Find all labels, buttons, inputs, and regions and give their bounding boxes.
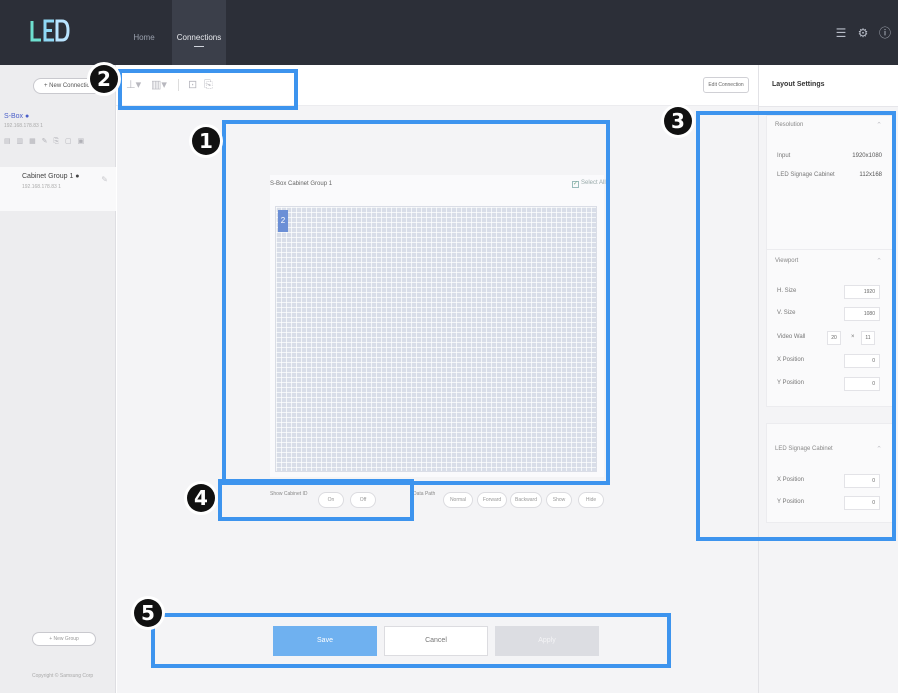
led-logo [30, 19, 70, 42]
callout-number: 4 [187, 484, 215, 512]
layout-settings-title: Layout Settings [772, 81, 825, 88]
sidebar-item-address: 192.168.178.83 1 [22, 184, 61, 190]
callout-box-layout-settings [696, 111, 896, 541]
callout-badge-2: 2 [87, 62, 121, 96]
tab-connections[interactable]: Connections [172, 0, 226, 65]
edit-connection-button[interactable]: Edit Connection [703, 77, 749, 93]
callout-number: 2 [90, 65, 118, 93]
callout-badge-4: 4 [184, 481, 218, 515]
sidebar-item-label: Cabinet Group 1 ● [22, 173, 80, 180]
callout-badge-5: 5 [131, 596, 165, 630]
path-backward-button[interactable]: Backward [510, 492, 542, 508]
tab-connections-label: Connections [176, 33, 222, 42]
new-group-button[interactable]: + New Group [32, 632, 96, 646]
layout-settings-header: Layout Settings [759, 65, 898, 107]
path-forward-button[interactable]: Forward [477, 492, 507, 508]
sidebar-item-label: S-Box ● [4, 113, 30, 120]
tab-home[interactable]: Home [127, 0, 161, 65]
path-show-button[interactable]: Show [546, 492, 572, 508]
path-normal-button[interactable]: Normal [443, 492, 473, 508]
callout-number: 3 [664, 107, 692, 135]
callout-badge-1: 1 [189, 124, 223, 158]
connections-sidebar: + New Connection S-Box ● 192.168.178.83 … [0, 65, 116, 693]
callout-box-actions [151, 613, 671, 668]
list-icon[interactable]: ☰ [834, 26, 848, 40]
path-hide-button[interactable]: Hide [578, 492, 604, 508]
callout-number: 5 [134, 599, 162, 627]
active-tab-indicator [194, 46, 204, 47]
callout-badge-3: 3 [661, 104, 695, 138]
sidebar-item-cabinet-group[interactable]: Cabinet Group 1 ● 192.168.178.83 1 ✎ [0, 167, 116, 211]
data-path-label: Data Path [413, 491, 436, 497]
sidebar-item-address: 192.168.178.83 1 [4, 123, 43, 129]
callout-box-canvas [222, 120, 610, 485]
callout-number: 1 [192, 127, 220, 155]
callout-box-toolbar [118, 69, 298, 110]
copyright-text: Copyright © Samsung Corp [32, 673, 94, 679]
callout-box-cabinet-id [218, 479, 414, 521]
top-bar: Home Connections ☰ ⚙ ⓘ [0, 0, 898, 65]
help-icon[interactable]: ⓘ [878, 26, 892, 40]
gear-icon[interactable]: ⚙ [856, 26, 870, 40]
sidebar-item-sbox[interactable]: S-Box ● 192.168.178.83 1 ▤ ▥ ▦ ✎ ⎘ ▢ ▣ [0, 109, 116, 167]
edit-icon[interactable]: ✎ [101, 175, 108, 184]
sidebar-item-tools-icon[interactable]: ▤ ▥ ▦ ✎ ⎘ ▢ ▣ [4, 137, 86, 146]
